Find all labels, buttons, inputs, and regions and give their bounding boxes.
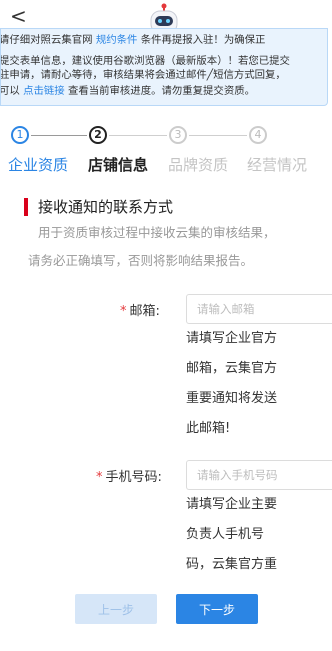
next-step-button[interactable]: 下一步 [176, 594, 258, 624]
section-description: 用于资质审核过程中接收云集的审核结果， [38, 225, 276, 240]
step-1-circle: 1 [11, 126, 29, 144]
step-4-circle: 4 [249, 126, 267, 144]
step-connector [31, 135, 87, 136]
step-3-circle: 3 [169, 126, 187, 144]
section-title: 接收通知的联系方式 [38, 198, 174, 216]
step-1-label: 企业资质 [8, 156, 69, 174]
notice-line-1: 请仔细对照云集官网 规约条件 条件再提报入驻！为确保正 [0, 34, 266, 46]
section-description: 请务必正确填写，否则将影响结果报告。 [28, 253, 254, 268]
progress-steps: 1 2 3 4 企业资质 店铺信息 品牌资质 经营情况 [0, 122, 332, 182]
rules-link[interactable]: 规约条件 [96, 34, 138, 46]
step-2-label: 店铺信息 [88, 156, 149, 174]
email-input[interactable] [186, 294, 332, 324]
notice-banner: 请仔细对照云集官网 规约条件 条件再提报入驻！为确保正 提交表单信息，建议使用谷… [0, 28, 328, 106]
email-label: * 邮箱: [120, 304, 160, 319]
phone-label: * 手机号码: [96, 470, 162, 485]
phone-hint: 请填写企业主要 负责人手机号 码，云集官方重 [186, 497, 278, 572]
back-icon[interactable]: < [10, 4, 27, 28]
required-mark: * [96, 470, 103, 485]
required-mark: * [120, 304, 127, 319]
email-hint: 请填写企业官方 邮箱，云集官方 重要通知将发送 此邮箱! [186, 331, 278, 436]
section-marker [24, 198, 28, 216]
step-3-label: 品牌资质 [168, 156, 229, 174]
prev-step-button[interactable]: 上一步 [75, 594, 157, 624]
step-2-circle: 2 [89, 126, 107, 144]
step-connector [109, 135, 167, 136]
notice-line-4: 可以 点击链接 查看当前审核进度。请勿重复提交资质。 [0, 85, 255, 97]
step-4-label: 经营情况 [247, 156, 308, 174]
notice-line-3: 驻申请，请耐心等待，审核结果将会通过邮件╱短信方式回复， [0, 69, 286, 81]
progress-link[interactable]: 点击链接 [23, 85, 65, 97]
step-connector [189, 135, 247, 136]
notice-line-2: 提交表单信息，建议使用谷歌浏览器（最新版本）！若您已提交 [0, 55, 290, 67]
phone-input[interactable] [186, 460, 332, 490]
